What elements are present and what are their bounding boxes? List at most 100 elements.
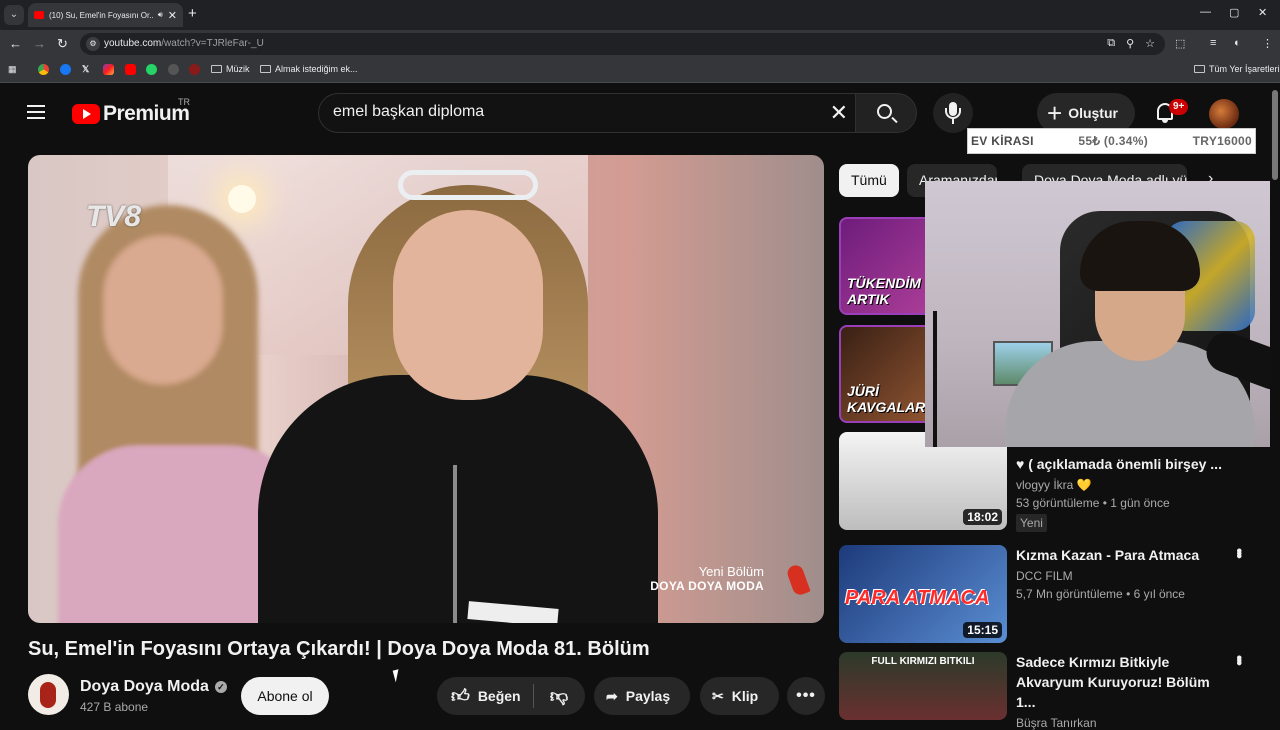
browser-tab[interactable]: (10) Su, Emel'in Foyasını Or... 🔊︎ ✕ bbox=[28, 3, 183, 27]
address-bar[interactable]: ⚙ youtube.com/watch?v=TJRleFar-_U ⧉ ⚲ ☆ bbox=[80, 33, 1165, 55]
thumbnail-caption: TÜKENDİM ARTIK bbox=[847, 275, 921, 307]
bookmark-x-icon[interactable]: 𝕏 bbox=[82, 64, 89, 75]
like-button[interactable]: 👍︎ Beğen bbox=[437, 685, 533, 707]
maximize-button[interactable]: ▢ bbox=[1229, 6, 1239, 19]
bookmark-threads-icon[interactable] bbox=[168, 64, 179, 75]
search-button[interactable] bbox=[855, 93, 917, 133]
recommendation-channel[interactable]: DCC FILM bbox=[1016, 569, 1226, 583]
window-close-button[interactable]: ✕ bbox=[1258, 6, 1267, 19]
url-host: youtube.com bbox=[104, 38, 162, 49]
video-overlay-caption: Yeni Bölüm DOYA DOYA MODA bbox=[650, 564, 764, 593]
notification-count-badge: 9+ bbox=[1169, 99, 1189, 115]
profile-icon[interactable]: ◐ bbox=[1234, 37, 1241, 49]
bookmarks-bar: ▦ 𝕏 Müzik Almak istediğim ek... Tüm Yer … bbox=[0, 58, 1280, 83]
recommendation-stats: 53 görüntüleme • 1 gün önce bbox=[1016, 496, 1170, 510]
ticker-name: EV KİRASI bbox=[971, 134, 1034, 148]
back-arrow-icon[interactable]: ← bbox=[9, 36, 22, 51]
ticker-value: TRY16000 bbox=[1192, 134, 1252, 148]
video-duration: 18:02 bbox=[963, 509, 1002, 525]
overlay-line1: Yeni Bölüm bbox=[698, 564, 764, 579]
webcam-tripod bbox=[933, 311, 937, 447]
bookmark-folder-extensions[interactable]: Almak istediğim ek... bbox=[260, 64, 358, 74]
bookmark-whatsapp-icon[interactable] bbox=[146, 64, 157, 75]
chip-all[interactable]: Tümü bbox=[839, 164, 899, 197]
all-bookmarks-folder[interactable]: Tüm Yer İşaretleri bbox=[1194, 64, 1280, 74]
video-person-center bbox=[258, 165, 658, 623]
webcam-overlay bbox=[925, 181, 1280, 447]
browser-tab-strip: ⌄ (10) Su, Emel'in Foyasını Or... 🔊︎ ✕ +… bbox=[0, 0, 1280, 30]
overlay-line2: DOYA DOYA MODA bbox=[650, 579, 764, 593]
site-info-icon[interactable]: ⚙ bbox=[86, 37, 100, 51]
share-button[interactable]: ➦ Paylaş bbox=[594, 677, 690, 715]
channel-name-row[interactable]: Doya Doya Moda ✓ bbox=[80, 678, 227, 696]
bookmark-youtube-icon[interactable] bbox=[125, 64, 136, 75]
bookmark-folder-muzik[interactable]: Müzik bbox=[211, 64, 250, 74]
video-person-left bbox=[58, 195, 308, 623]
recommendation-channel[interactable]: Büşra Tanırkan bbox=[1016, 716, 1226, 730]
recommendation-title[interactable]: Sadece Kırmızı Bitkiyle Akvaryum Kuruyor… bbox=[1016, 652, 1226, 712]
bookmark-star-icon[interactable]: ☆ bbox=[1145, 37, 1155, 50]
reload-icon[interactable]: ↻ bbox=[57, 36, 68, 52]
channel-name[interactable]: Doya Doya Moda bbox=[80, 678, 209, 696]
tv8-channel-logo: TV8 bbox=[86, 200, 142, 233]
recommendation-title[interactable]: Kızma Kazan - Para Atmaca bbox=[1016, 545, 1226, 565]
search-icon bbox=[877, 104, 892, 119]
clear-search-icon[interactable]: ✕ bbox=[830, 100, 848, 126]
recommendation-thumbnail[interactable]: FULL KIRMIZI BITKILI bbox=[839, 652, 1007, 720]
url-path: /watch?v=TJRleFar-_U bbox=[161, 38, 264, 49]
new-tab-button[interactable]: + bbox=[188, 5, 197, 22]
hamburger-menu-icon[interactable] bbox=[27, 105, 45, 119]
bookmark-pinterest-icon[interactable] bbox=[189, 64, 200, 75]
speaker-icon[interactable]: 🔊︎ bbox=[158, 10, 163, 20]
recommendation-title[interactable]: ♥ ( açıklamada önemli birşey ... bbox=[1016, 454, 1226, 474]
plus-icon: + bbox=[1047, 98, 1063, 128]
media-control-icon[interactable]: ≡ bbox=[1210, 37, 1216, 49]
url-text[interactable]: youtube.com/watch?v=TJRleFar-_U bbox=[104, 38, 264, 49]
thumbs-down-icon: 👎︎ bbox=[549, 686, 569, 706]
apps-grid-icon[interactable]: ▦ bbox=[8, 64, 17, 75]
recommendation-meta[interactable]: ♥ ( açıklamada önemli birşey ... vlogyy … bbox=[1016, 454, 1226, 532]
tab-search-icon[interactable]: ⌄ bbox=[4, 5, 24, 25]
channel-avatar[interactable] bbox=[28, 674, 69, 715]
ticker-widget: EV KİRASI 55₺ (0.34%) TRY16000 bbox=[967, 128, 1256, 154]
thumbnail-caption: PARA ATMACA bbox=[845, 587, 990, 609]
clip-button[interactable]: ✂ Klip bbox=[700, 677, 779, 715]
search-box: ✕ bbox=[318, 93, 862, 133]
folder-icon bbox=[1194, 65, 1205, 73]
browser-menu-icon[interactable]: ⋮ bbox=[1262, 37, 1273, 50]
subscriber-count: 427 B abone bbox=[80, 700, 149, 714]
account-avatar[interactable] bbox=[1209, 99, 1239, 129]
extensions-icon[interactable]: ⬚ bbox=[1175, 37, 1185, 50]
voice-search-button[interactable] bbox=[933, 93, 973, 133]
youtube-play-icon bbox=[72, 104, 100, 124]
create-label: Oluştur bbox=[1068, 105, 1118, 121]
youtube-premium-logo[interactable]: Premium TR bbox=[72, 97, 190, 126]
recommendation-meta[interactable]: Sadece Kırmızı Bitkiyle Akvaryum Kuruyor… bbox=[1016, 652, 1226, 730]
more-options-icon[interactable]: ••• bbox=[1229, 548, 1247, 556]
recommendation-meta[interactable]: Kızma Kazan - Para Atmaca DCC FILM 5,7 M… bbox=[1016, 545, 1226, 601]
scrollbar-thumb[interactable] bbox=[1272, 90, 1278, 180]
install-app-icon[interactable]: ⧉ bbox=[1107, 37, 1115, 50]
create-button[interactable]: + Oluştur bbox=[1037, 93, 1135, 133]
recommendation-thumbnail[interactable]: PARA ATMACA 15:15 bbox=[839, 545, 1007, 643]
video-player[interactable]: TV8 Yeni Bölüm DOYA DOYA MODA bbox=[28, 155, 824, 623]
bookmark-instagram-icon[interactable] bbox=[103, 64, 114, 75]
subscribe-button[interactable]: Abone ol bbox=[241, 677, 329, 715]
video-title: Su, Emel'in Foyasını Ortaya Çıkardı! | D… bbox=[28, 638, 650, 660]
tab-close-icon[interactable]: ✕ bbox=[168, 9, 177, 22]
more-actions-button[interactable]: ••• bbox=[787, 677, 825, 715]
tab-title: (10) Su, Emel'in Foyasını Or... bbox=[49, 10, 153, 20]
more-options-icon[interactable]: ••• bbox=[1229, 655, 1247, 663]
dislike-button[interactable]: 👎︎ bbox=[534, 685, 584, 707]
search-input[interactable] bbox=[333, 103, 813, 121]
share-label: Paylaş bbox=[625, 688, 671, 704]
recommendation-channel[interactable]: vlogyy İkra 💛 bbox=[1016, 478, 1226, 492]
scissors-icon: ✂ bbox=[712, 687, 724, 704]
minimize-button[interactable]: — bbox=[1200, 6, 1211, 18]
bookmark-chrome-icon[interactable] bbox=[38, 64, 49, 75]
forward-arrow-icon[interactable]: → bbox=[33, 36, 46, 51]
zoom-icon[interactable]: ⚲ bbox=[1126, 37, 1134, 50]
recommendation-stats: 5,7 Mn görüntüleme • 6 yıl önce bbox=[1016, 587, 1185, 601]
bookmark-label: Müzik bbox=[226, 64, 250, 74]
bookmark-facebook-icon[interactable] bbox=[60, 64, 71, 75]
